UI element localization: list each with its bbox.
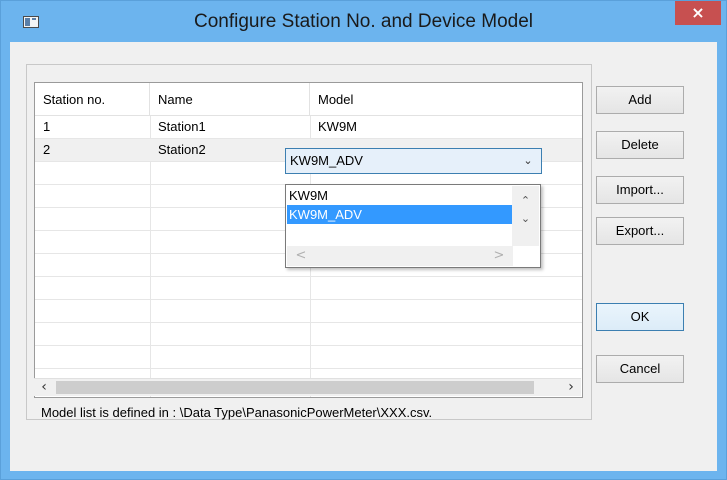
ok-button[interactable]: OK — [596, 303, 684, 331]
cell-model[interactable]: KW9M — [310, 116, 582, 138]
title-bar[interactable]: Configure Station No. and Device Model × — [1, 1, 726, 42]
dropdown-option-kw9m-adv[interactable]: KW9M_ADV — [287, 205, 513, 224]
scroll-right-icon[interactable]: > — [489, 246, 509, 266]
chevron-down-icon[interactable]: ⌄ — [512, 210, 539, 228]
empty-row — [35, 300, 582, 323]
add-button[interactable]: Add — [596, 86, 684, 114]
delete-button[interactable]: Delete — [596, 131, 684, 159]
scroll-left-icon[interactable]: ‹ — [34, 379, 54, 396]
dropdown-option-kw9m[interactable]: KW9M — [287, 186, 513, 205]
dialog-window: Configure Station No. and Device Model ×… — [0, 0, 727, 480]
table-row[interactable]: 1 Station1 KW9M — [35, 116, 582, 139]
cell-station-no[interactable]: 2 — [35, 139, 150, 161]
column-header-model[interactable]: Model — [310, 83, 582, 116]
import-button[interactable]: Import... — [596, 176, 684, 204]
model-combobox[interactable]: KW9M_ADV ⌄ — [285, 148, 542, 174]
chevron-up-icon[interactable]: ⌃ — [512, 192, 539, 210]
empty-row — [35, 277, 582, 300]
grid-horizontal-scrollbar[interactable]: ‹ › — [34, 378, 581, 396]
scroll-left-icon[interactable]: < — [291, 246, 311, 266]
column-header-station-no[interactable]: Station no. — [35, 83, 150, 116]
column-header-name[interactable]: Name — [150, 83, 310, 116]
scroll-thumb[interactable] — [56, 381, 534, 394]
chevron-down-icon[interactable]: ⌄ — [521, 153, 535, 169]
model-combobox-value: KW9M_ADV — [290, 153, 363, 168]
dialog-client-area: Station no. Name Model 1 Station1 KW9M 2… — [10, 42, 717, 471]
empty-row — [35, 346, 582, 369]
scroll-right-icon[interactable]: › — [561, 379, 581, 396]
dropdown-horizontal-scrollbar[interactable]: < > — [287, 246, 513, 266]
cell-station-no[interactable]: 1 — [35, 116, 150, 138]
model-dropdown-list[interactable]: KW9M KW9M_ADV ⌃ ⌄ < > — [285, 184, 541, 268]
dropdown-vertical-scrollbar[interactable]: ⌃ ⌄ — [512, 186, 539, 246]
empty-row — [35, 323, 582, 346]
cancel-button[interactable]: Cancel — [596, 355, 684, 383]
window-title: Configure Station No. and Device Model — [193, 11, 534, 32]
close-button[interactable]: × — [675, 1, 721, 25]
export-button[interactable]: Export... — [596, 217, 684, 245]
model-list-path-info: Model list is defined in : \Data Type\Pa… — [41, 405, 433, 420]
cell-name[interactable]: Station1 — [150, 116, 310, 138]
